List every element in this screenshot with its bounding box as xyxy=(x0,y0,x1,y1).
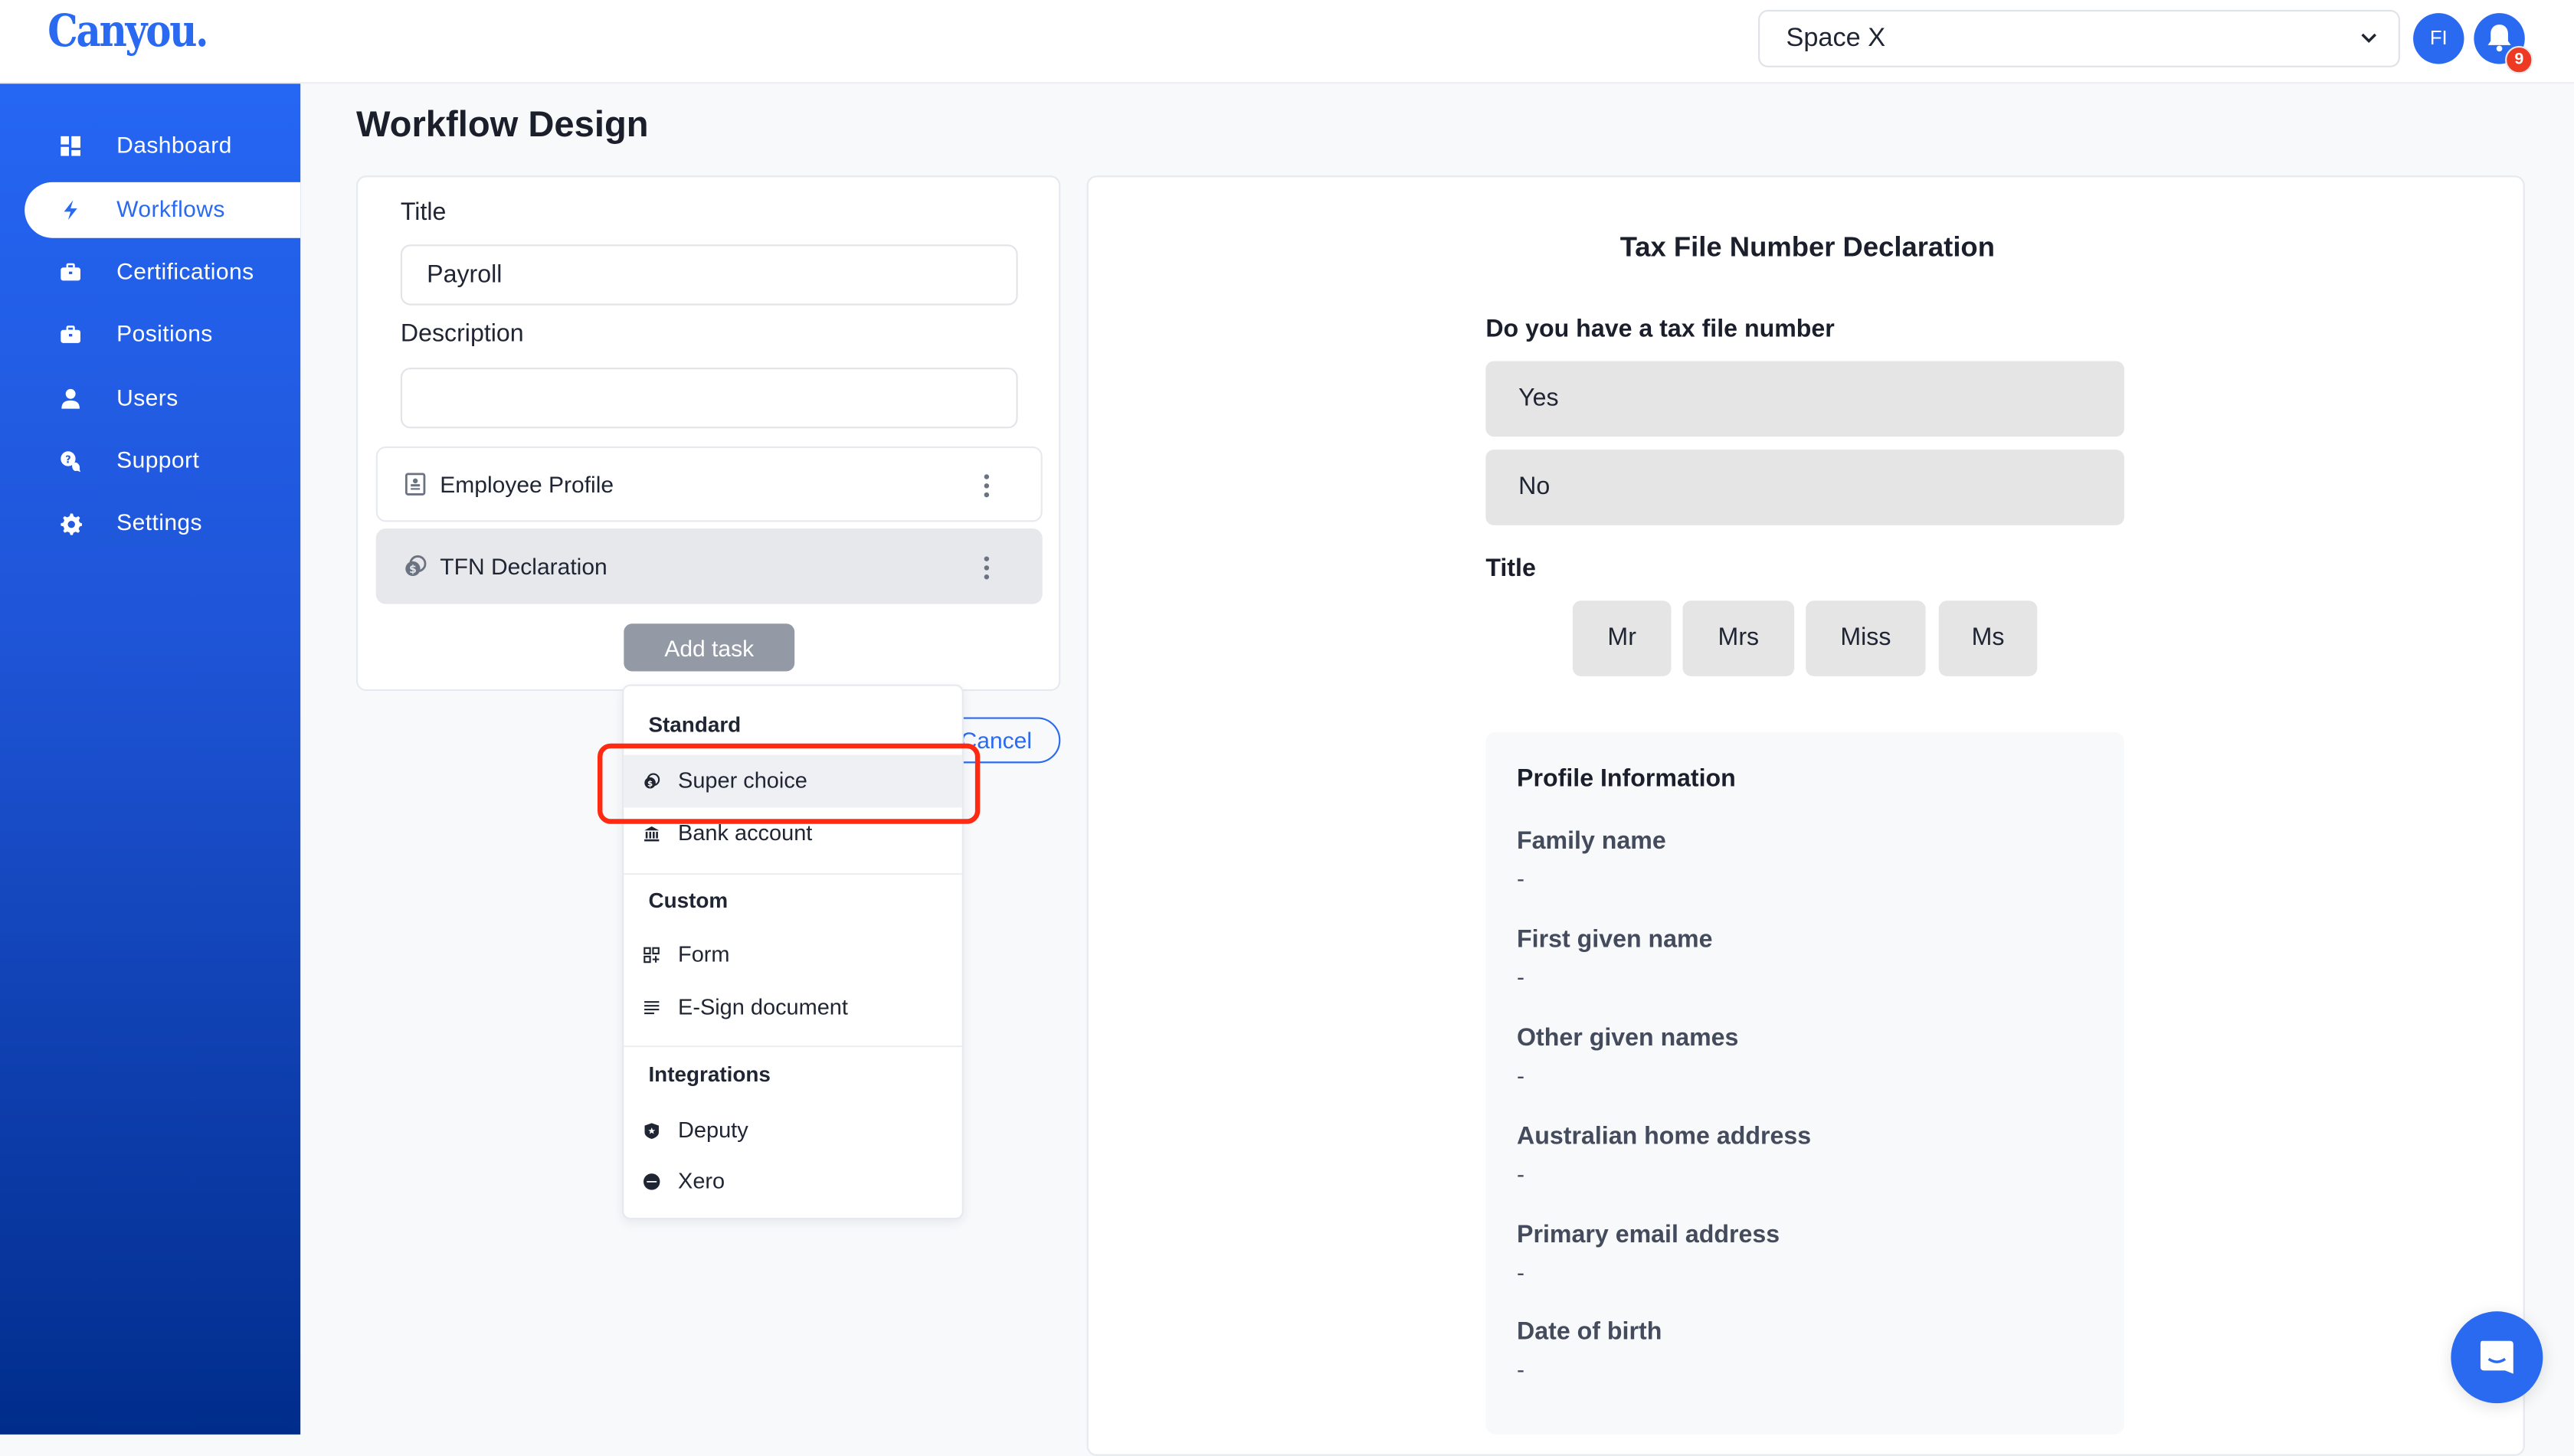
task-row-tfn-declaration[interactable]: $ TFN Declaration xyxy=(375,528,1043,604)
lightning-icon xyxy=(64,200,77,221)
user-icon xyxy=(61,388,80,409)
profile-heading: Profile Information xyxy=(1517,764,1736,793)
menu-item-form[interactable]: Form xyxy=(624,929,961,982)
menu-item-deputy[interactable]: Deputy xyxy=(624,1104,961,1157)
title-option-ms[interactable]: Ms xyxy=(1938,600,2038,676)
menu-section-standard: Standard xyxy=(648,712,742,738)
menu-item-label: Super choice xyxy=(678,767,807,793)
title-option-miss[interactable]: Miss xyxy=(1806,600,1926,676)
menu-item-e-sign-document[interactable]: E-Sign document xyxy=(624,981,961,1034)
chat-support-button[interactable] xyxy=(2451,1311,2543,1404)
sidebar-item-dashboard[interactable]: Dashboard xyxy=(25,118,300,174)
sidebar-item-certifications[interactable]: Certifications xyxy=(25,244,300,300)
coins-icon: $ xyxy=(644,773,660,789)
chevron-down-icon xyxy=(2361,33,2376,43)
coins-icon: $ xyxy=(405,555,427,577)
xero-logo-icon xyxy=(644,1173,660,1190)
sidebar-item-label: Certifications xyxy=(116,257,254,284)
logo[interactable]: Canyou. xyxy=(47,7,208,57)
menu-item-bank-account[interactable]: Bank account xyxy=(624,807,961,860)
profile-field-label: First given name xyxy=(1517,925,1713,954)
dashboard-icon xyxy=(61,136,81,156)
menu-item-label: Bank account xyxy=(678,820,813,846)
sidebar-item-workflows[interactable]: Workflows xyxy=(25,182,301,238)
sidebar: Dashboard Workflows Certifications Posit… xyxy=(0,83,301,1435)
profile-field-value: - xyxy=(1517,865,1525,892)
workflow-editor-panel: Title Description Employee Profile $ TFN… xyxy=(356,175,1061,692)
task-label: Employee Profile xyxy=(440,471,614,498)
profile-field-value: - xyxy=(1517,1258,1525,1285)
menu-item-label: Form xyxy=(678,942,730,967)
document-lines-icon xyxy=(644,1001,660,1015)
gear-icon xyxy=(61,513,83,535)
menu-item-label: E-Sign document xyxy=(678,994,848,1019)
id-card-icon xyxy=(404,473,426,496)
menu-item-super-choice[interactable]: $ Super choice xyxy=(624,754,962,808)
user-avatar[interactable]: FI xyxy=(2413,13,2464,64)
briefcase-icon xyxy=(61,263,81,281)
task-label: TFN Declaration xyxy=(440,553,607,580)
space-selector[interactable]: Space X xyxy=(1758,9,2400,67)
briefcase-icon xyxy=(61,326,81,343)
profile-information-card: Profile Information Family name - First … xyxy=(1485,731,2124,1435)
sidebar-item-label: Workflows xyxy=(116,195,225,222)
description-label: Description xyxy=(400,319,524,348)
sidebar-item-label: Support xyxy=(116,446,200,473)
sidebar-item-support[interactable]: ? Support xyxy=(25,434,300,489)
add-task-button[interactable]: Add task xyxy=(624,623,795,672)
add-task-menu: Standard $ Super choice Bank account Cus… xyxy=(622,684,964,1220)
deputy-shield-icon xyxy=(644,1123,659,1139)
profile-field-value: - xyxy=(1517,963,1525,990)
profile-field-value: - xyxy=(1517,1062,1525,1088)
sidebar-item-positions[interactable]: Positions xyxy=(25,307,300,363)
svg-text:$: $ xyxy=(647,779,653,788)
title-option-mrs[interactable]: Mrs xyxy=(1682,600,1795,676)
profile-field-value: - xyxy=(1517,1160,1525,1187)
svg-text:?: ? xyxy=(65,454,70,466)
title-label: Title xyxy=(400,198,447,227)
tfn-option-yes[interactable]: Yes xyxy=(1485,361,2124,437)
notifications-button[interactable]: 9 xyxy=(2474,13,2533,74)
form-add-icon xyxy=(644,947,660,964)
sidebar-item-label: Users xyxy=(116,384,178,411)
space-selector-value: Space X xyxy=(1786,25,1886,53)
sidebar-item-label: Dashboard xyxy=(116,131,232,158)
menu-item-label: Xero xyxy=(678,1168,725,1193)
tfn-question-label: Do you have a tax file number xyxy=(1485,315,1835,343)
sidebar-item-label: Settings xyxy=(116,509,202,535)
title-question-label: Title xyxy=(1485,555,1536,583)
svg-text:$: $ xyxy=(409,564,417,576)
title-input[interactable] xyxy=(400,244,1018,306)
more-options-icon[interactable] xyxy=(981,473,991,499)
profile-field-label: Primary email address xyxy=(1517,1221,1780,1249)
notification-count-badge: 9 xyxy=(2505,46,2533,74)
menu-item-xero[interactable]: Xero xyxy=(624,1156,961,1209)
sidebar-item-settings[interactable]: Settings xyxy=(25,496,300,551)
profile-field-value: - xyxy=(1517,1356,1525,1382)
menu-section-integrations: Integrations xyxy=(648,1062,771,1087)
profile-field-label: Date of birth xyxy=(1517,1317,1662,1346)
support-chat-icon: ? xyxy=(61,451,81,473)
profile-field-label: Family name xyxy=(1517,827,1666,856)
app-root: Canyou. Space X FI 9 Dashboard Workflows… xyxy=(0,0,2574,1456)
sidebar-item-label: Positions xyxy=(116,319,213,347)
page-title: Workflow Design xyxy=(356,103,649,145)
menu-divider xyxy=(624,1045,962,1048)
description-input[interactable] xyxy=(400,368,1018,429)
title-option-mr[interactable]: Mr xyxy=(1572,600,1672,676)
task-row-employee-profile[interactable]: Employee Profile xyxy=(375,446,1043,522)
preview-form-title: Tax File Number Declaration xyxy=(1619,231,1995,263)
chat-bubble-icon xyxy=(2480,1340,2513,1374)
menu-section-custom: Custom xyxy=(648,888,729,913)
profile-field-label: Other given names xyxy=(1517,1024,1739,1052)
bank-icon xyxy=(644,826,660,842)
sidebar-item-users[interactable]: Users xyxy=(25,371,300,427)
menu-divider xyxy=(624,873,962,875)
menu-item-label: Deputy xyxy=(678,1117,748,1143)
profile-field-label: Australian home address xyxy=(1517,1122,1812,1151)
tfn-option-no[interactable]: No xyxy=(1485,450,2124,525)
top-bar: Canyou. Space X FI 9 xyxy=(0,0,2574,84)
more-options-icon[interactable] xyxy=(981,555,991,581)
